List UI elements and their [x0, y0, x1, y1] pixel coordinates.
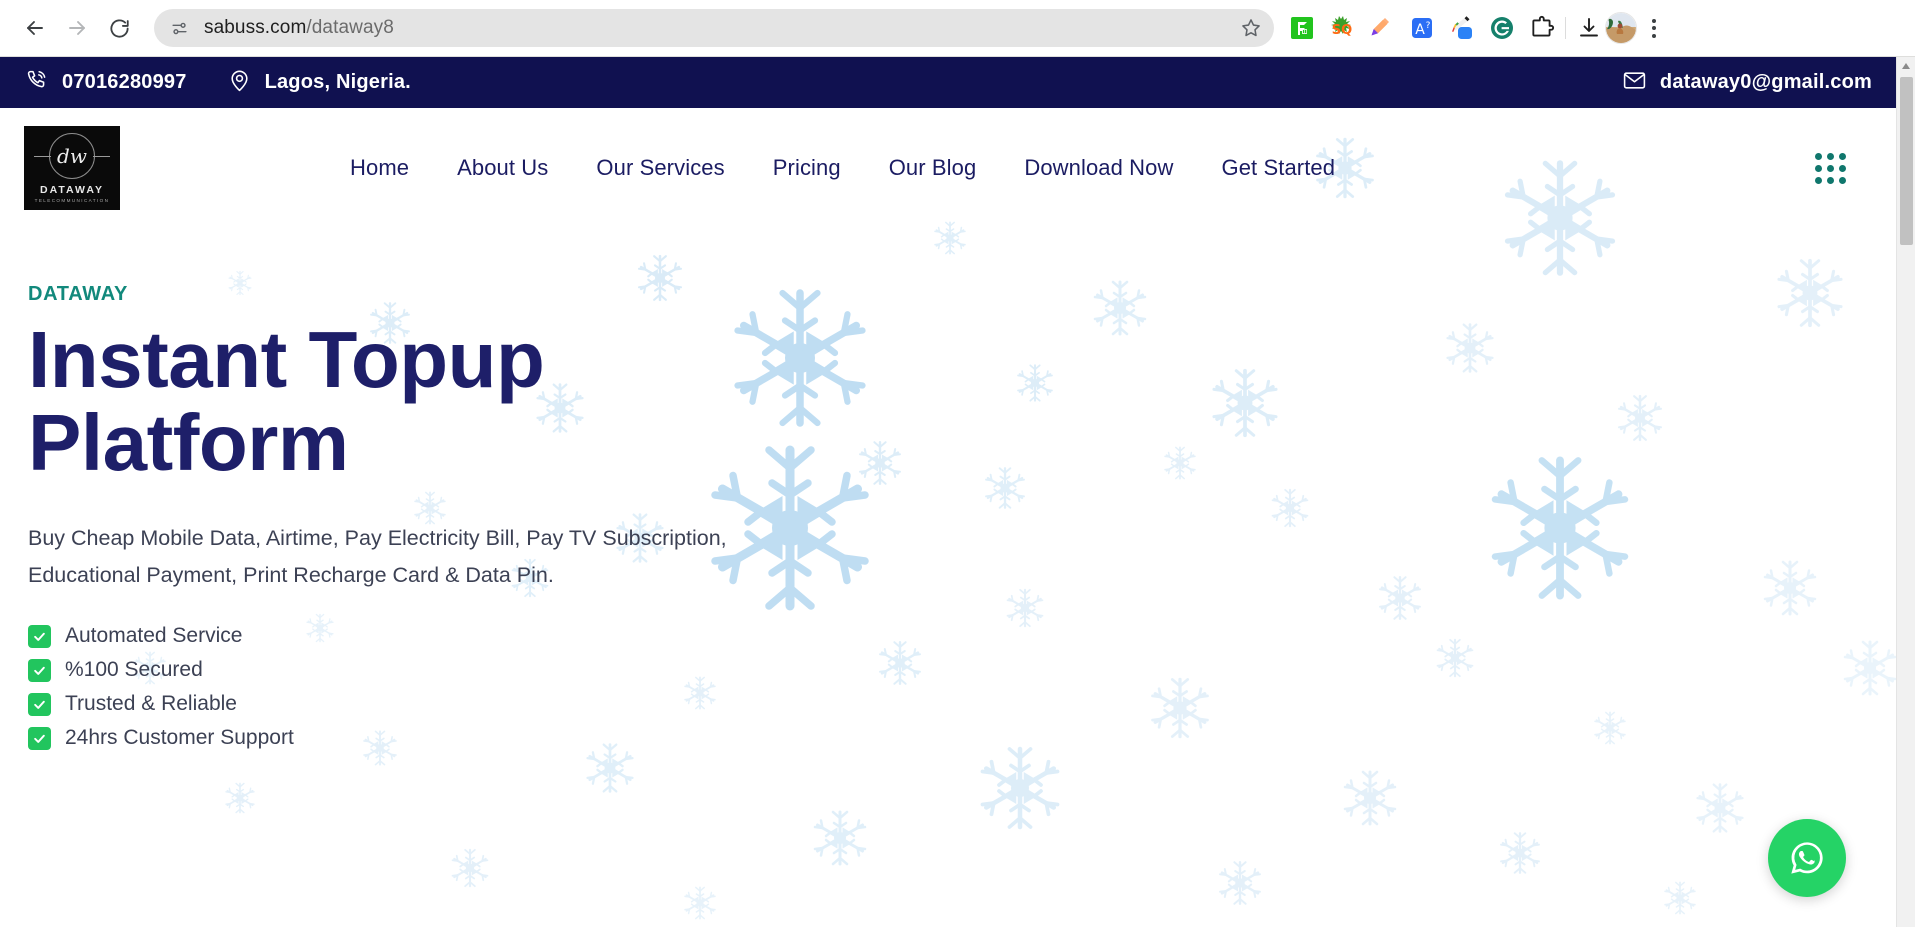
svg-text:SQ: SQ [1332, 23, 1352, 38]
top-contact-bar: 07016280997 Lagos, Nigeria. dataway0@gma… [0, 57, 1896, 108]
formatter-extension-icon[interactable] [1286, 12, 1318, 44]
logo-subtitle: TELECOMMUNICATION [34, 198, 110, 203]
extension-icons: SQ A ? [1286, 12, 1558, 44]
nav-item-get-started[interactable]: Get Started [1198, 155, 1360, 181]
feature-item: %100 Secured [28, 658, 1896, 682]
hero-eyebrow: DATAWAY [28, 283, 129, 305]
phone-icon [24, 68, 49, 98]
forward-button[interactable] [56, 7, 98, 49]
hero-content: DATAWAY Instant Topup Platform Buy Cheap … [28, 283, 1896, 750]
translate-extension-icon[interactable]: A ? [1406, 12, 1438, 44]
logo-name: DATAWAY [40, 184, 104, 196]
logo-monogram-text: dw [57, 144, 87, 168]
phone-number: 07016280997 [62, 71, 187, 93]
feature-label: %100 Secured [65, 658, 203, 682]
toolbar-divider [1565, 17, 1566, 39]
extensions-puzzle-icon[interactable] [1526, 12, 1558, 44]
url-host: sabuss.com [204, 17, 307, 38]
check-icon [28, 624, 51, 648]
scrollbar-thumb[interactable] [1900, 77, 1913, 245]
check-icon [28, 692, 51, 716]
download-icon[interactable] [1573, 12, 1605, 44]
feature-label: 24hrs Customer Support [65, 726, 294, 750]
site-header: dw DATAWAY TELECOMMUNICATION Home About … [0, 108, 1896, 228]
whatsapp-button[interactable] [1768, 819, 1846, 897]
nav-item-pricing[interactable]: Pricing [749, 155, 865, 181]
feature-item: Trusted & Reliable [28, 692, 1896, 716]
nav-item-home[interactable]: Home [326, 155, 433, 181]
reload-button[interactable] [98, 7, 140, 49]
email-address: dataway0@gmail.com [1659, 71, 1872, 93]
logo-monogram-icon: dw [34, 133, 110, 179]
check-icon [28, 726, 51, 750]
mail-icon [1622, 68, 1647, 98]
page-viewport: 07016280997 Lagos, Nigeria. dataway0@gma… [0, 57, 1896, 927]
page-scrollbar[interactable] [1896, 57, 1915, 927]
site-info-icon[interactable] [164, 13, 194, 43]
svg-text:?: ? [1426, 21, 1431, 31]
url-text: sabuss.com/dataway8 [204, 17, 1234, 39]
bookmark-star-icon[interactable] [1234, 11, 1268, 45]
feature-label: Trusted & Reliable [65, 692, 237, 716]
address-bar[interactable]: sabuss.com/dataway8 [154, 9, 1274, 47]
chrome-menu-button[interactable] [1639, 11, 1669, 45]
topbar-left-group: 07016280997 Lagos, Nigeria. [24, 68, 411, 98]
feature-label: Automated Service [65, 624, 243, 648]
hero-description: Buy Cheap Mobile Data, Airtime, Pay Elec… [28, 526, 727, 588]
site-logo[interactable]: dw DATAWAY TELECOMMUNICATION [24, 126, 120, 210]
browser-toolbar: sabuss.com/dataway8 SQ A ? [0, 0, 1915, 57]
url-path: /dataway8 [306, 17, 394, 38]
main-navigation: Home About Us Our Services Pricing Our B… [326, 155, 1359, 181]
nav-item-download-now[interactable]: Download Now [1000, 155, 1197, 181]
hero-title-line1: Instant Topup [28, 315, 545, 404]
nav-item-about-us[interactable]: About Us [433, 155, 572, 181]
highlighter-extension-icon[interactable] [1366, 12, 1398, 44]
phone-contact[interactable]: 07016280997 [24, 68, 187, 98]
whatsapp-icon [1791, 842, 1823, 874]
location-contact[interactable]: Lagos, Nigeria. [227, 68, 411, 98]
colorpicker-extension-icon[interactable] [1446, 12, 1478, 44]
hero-feature-list: Automated Service %100 Secured Trusted &… [28, 624, 1896, 750]
feature-item: Automated Service [28, 624, 1896, 648]
map-pin-icon [227, 68, 252, 98]
grid-menu-icon[interactable] [1815, 152, 1846, 184]
seoquake-extension-icon[interactable]: SQ [1326, 12, 1358, 44]
location-text: Lagos, Nigeria. [264, 71, 411, 93]
nav-item-our-blog[interactable]: Our Blog [865, 155, 1001, 181]
topbar-right-group: dataway0@gmail.com [1622, 68, 1872, 98]
email-contact[interactable]: dataway0@gmail.com [1622, 68, 1872, 98]
grammarly-extension-icon[interactable] [1486, 12, 1518, 44]
nav-item-our-services[interactable]: Our Services [572, 155, 748, 181]
feature-item: 24hrs Customer Support [28, 726, 1896, 750]
hero-title-line2: Platform [28, 398, 349, 488]
back-button[interactable] [14, 7, 56, 49]
check-icon [28, 658, 51, 682]
svg-text:A: A [1415, 22, 1425, 38]
page-title: Instant Topup Platform [28, 318, 788, 484]
avatar[interactable] [1605, 12, 1637, 44]
scroll-up-arrow-icon[interactable] [1897, 57, 1915, 75]
hero-section: DATAWAY Instant Topup Platform Buy Cheap … [0, 228, 1896, 750]
